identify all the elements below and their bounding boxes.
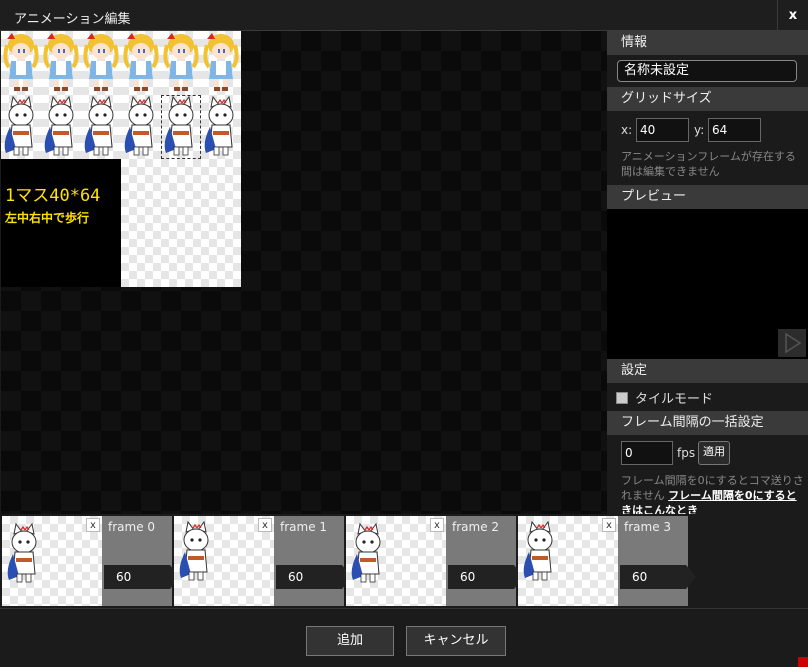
dialog-footer: 追加 キャンセル: [0, 608, 808, 667]
cat-sprite-icon: [204, 95, 234, 156]
cat-sprite-icon: [124, 95, 154, 156]
preview-area: [607, 209, 808, 359]
grid-size-header: グリッドサイズ: [607, 87, 808, 111]
remove-frame-button[interactable]: x: [86, 518, 100, 532]
cat-sprite-icon: [4, 95, 34, 156]
sprite-sheet[interactable]: 1マス40*64 左中右中で歩行: [1, 31, 241, 287]
info-header: 情報: [607, 31, 808, 55]
remove-frame-button[interactable]: x: [430, 518, 444, 532]
frame-delay-input[interactable]: 60: [620, 565, 686, 589]
girl-sprite-icon: [83, 33, 119, 91]
cat-sprite-icon: [44, 95, 74, 156]
frame-delay-input[interactable]: 60: [104, 565, 170, 589]
preview-header: プレビュー: [607, 185, 808, 209]
frame-name: frame 1: [280, 520, 328, 534]
animation-name-input[interactable]: 名称未設定: [617, 60, 797, 82]
girl-sprite-icon: [163, 33, 199, 91]
grid-hint-text: アニメーションフレームが存在する間は編集できません: [621, 150, 796, 178]
batch-hint-block: フレーム間隔を0にするとコマ送りされません フレーム間隔を0にするときはこんなと…: [621, 473, 807, 514]
frame-name: frame 3: [624, 520, 672, 534]
frame-item[interactable]: frame 2 60 x: [346, 516, 524, 606]
window-title: アニメーション編集: [14, 12, 131, 27]
frame-info: frame 0 60: [102, 516, 180, 606]
frame-delay-input[interactable]: 60: [448, 565, 514, 589]
play-icon: [785, 332, 802, 354]
sheet-note-size: 1マス40*64: [5, 186, 101, 206]
frame-name: frame 2: [452, 520, 500, 534]
girl-sprite-icon: [3, 33, 39, 91]
tile-mode-checkbox[interactable]: [616, 392, 628, 404]
girl-sprite-icon: [203, 33, 239, 91]
grid-x-label: x:: [621, 123, 633, 137]
frame-name: frame 0: [108, 520, 156, 534]
fps-label: fps: [677, 446, 696, 460]
frame-info: frame 1 60: [274, 516, 352, 606]
grid-y-input[interactable]: 64: [708, 118, 761, 142]
grid-y-label: y:: [694, 123, 705, 137]
girl-sprite-icon: [123, 33, 159, 91]
apply-button[interactable]: 適用: [698, 441, 730, 465]
cat-sprite-icon: [164, 95, 194, 156]
play-button[interactable]: [778, 329, 806, 357]
remove-frame-button[interactable]: x: [602, 518, 616, 532]
grid-x-input[interactable]: 40: [636, 118, 689, 142]
title-bar: アニメーション編集 x: [0, 0, 808, 31]
delay-arrow-icon: [686, 565, 696, 589]
sprite-drawings: [3, 33, 239, 156]
batch-interval-header: フレーム間隔の一括設定: [607, 411, 808, 435]
add-button[interactable]: 追加: [306, 626, 394, 656]
sprite-canvas[interactable]: 1マス40*64 左中右中で歩行: [1, 31, 607, 514]
frame-item[interactable]: frame 1 60 x: [174, 516, 352, 606]
tile-mode-label: タイルモード: [635, 392, 714, 407]
settings-header: 設定: [607, 359, 808, 383]
fps-input[interactable]: 0: [621, 441, 673, 465]
remove-frame-button[interactable]: x: [258, 518, 272, 532]
frame-info: frame 2 60: [446, 516, 524, 606]
cancel-button[interactable]: キャンセル: [406, 626, 506, 656]
cat-sprite-icon: [84, 95, 114, 156]
girl-sprite-icon: [43, 33, 79, 91]
close-button[interactable]: x: [777, 0, 808, 31]
frame-info: frame 3 60: [618, 516, 696, 606]
side-panel: 情報 名称未設定 グリッドサイズ x: 40 y: 64 アニメーションフレーム…: [607, 31, 808, 514]
frame-item[interactable]: frame 3 60 x: [518, 516, 696, 606]
frame-delay-input[interactable]: 60: [276, 565, 342, 589]
resize-handle[interactable]: [798, 657, 808, 667]
frame-strip: frame 0 60 x frame 1 60 x frame 2 60 x f…: [0, 514, 808, 608]
sheet-note-walk: 左中右中で歩行: [5, 211, 90, 225]
frame-item[interactable]: frame 0 60 x: [2, 516, 180, 606]
empty-sheet-area: [121, 159, 241, 287]
